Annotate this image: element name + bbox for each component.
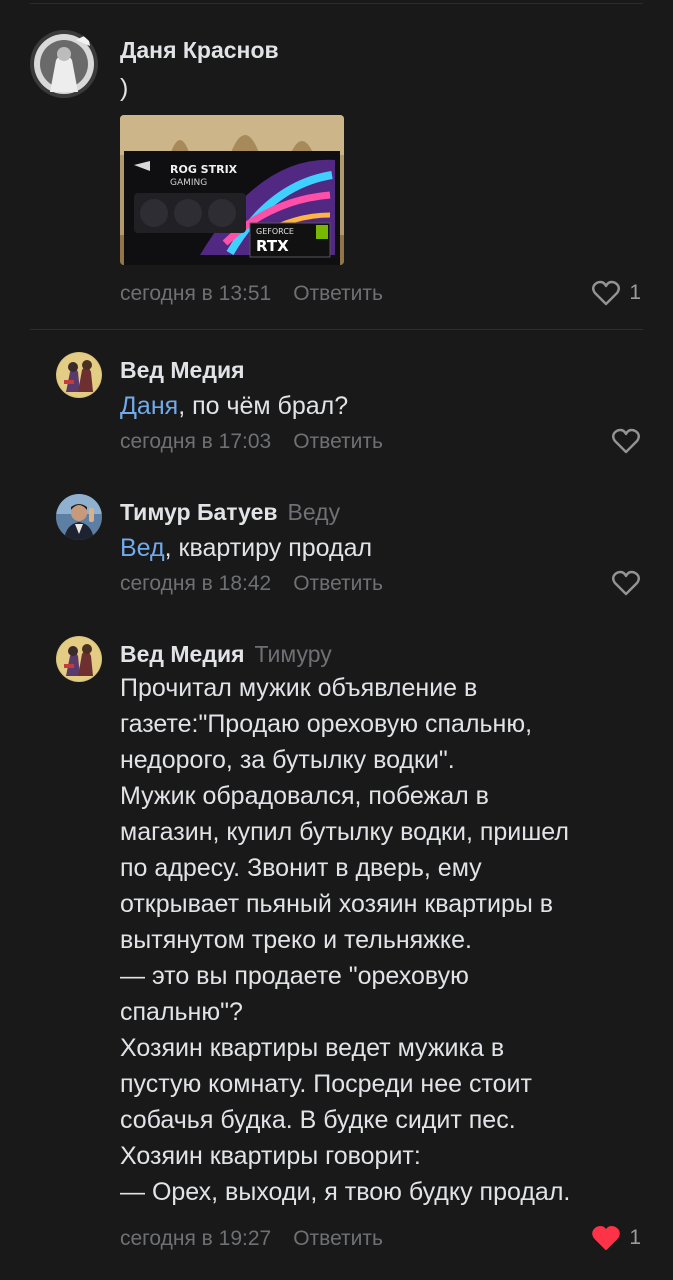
comment-line: недорого, за бутылку водки". [120,746,455,774]
mention-link[interactable]: Даня [120,392,178,420]
comment-author-line: Даня Краснов [120,36,279,64]
comment-text: Вед, квартиру продал [120,530,643,566]
comment-text: ) [120,70,643,106]
comment-author-line: Вед Медия Тимуру [120,640,332,668]
comment-body: , квартиру продал [164,534,373,562]
comments-screen: Даня Краснов ) ROG STRIX GAMING GEFORCE … [0,0,673,1280]
heart-filled-icon [592,1226,621,1250]
heart-outline-icon [612,570,640,596]
reply-to-label[interactable]: Веду [288,499,341,525]
reply-button[interactable]: Ответить [293,572,383,595]
mention-link[interactable]: Вед [120,534,165,562]
comment-author-line: Тимур Батуев Веду [120,498,340,526]
comment-body: , по чём брал? [178,392,349,420]
like-button[interactable]: 1 [591,1223,641,1253]
comment-author[interactable]: Вед Медия [120,357,245,383]
reply-button[interactable]: Ответить [293,282,383,305]
comment-line: Хозяин квартиры говорит: [120,1142,421,1170]
reply-button[interactable]: Ответить [293,430,383,453]
avatar[interactable] [30,30,98,98]
comment-line: Мужик обрадовался, побежал в [120,782,489,810]
comment-line: по адресу. Звонит в дверь, ему [120,854,482,882]
photo-geforce-text: GEFORCE [256,227,294,236]
comment-time[interactable]: сегодня в 18:42 [120,572,271,595]
comment-line: — Орех, выходи, я твою будку продал. [120,1178,571,1206]
photo-rtx-text: RTX [256,237,289,255]
comment-line: вытянутом треко и тельняжке. [120,926,472,954]
avatar[interactable] [56,636,102,682]
comment-item: Тимур Батуев Веду Вед, квартиру продал се… [0,482,673,602]
thread-divider [30,329,643,330]
comment-line: спальню"? [120,998,243,1026]
reply-to-label[interactable]: Тимуру [255,641,332,667]
comment-meta: сегодня в 13:51 Ответить [120,281,383,307]
comment-body: ) [120,74,129,102]
photo-sub-text: GAMING [170,178,207,188]
comment-meta: сегодня в 19:27 Ответить [120,1226,383,1252]
heart-outline-icon [612,428,640,454]
comment-item: Даня Краснов ) ROG STRIX GAMING GEFORCE … [0,0,673,320]
comment-line: Прочитал мужик объявление в [120,674,478,702]
comment-photo[interactable]: ROG STRIX GAMING GEFORCE RTX [120,115,344,265]
photo-brand-text: ROG STRIX [170,163,238,176]
heart-outline-icon [592,280,621,306]
like-button[interactable]: 1 [591,278,641,308]
comment-time[interactable]: сегодня в 19:27 [120,1227,271,1250]
like-count: 1 [629,1226,641,1249]
comment-line: магазин, купил бутылку водки, пришел [120,818,569,846]
avatar[interactable] [56,494,102,540]
comment-line: собачья будка. В будке сидит пес. [120,1106,516,1134]
like-button[interactable] [611,568,641,598]
comment-author[interactable]: Тимур Батуев [120,499,278,525]
comment-line: — это вы продаете "ореховую [120,962,469,990]
comment-author[interactable]: Вед Медия [120,641,245,667]
comment-meta: сегодня в 18:42 Ответить [120,571,383,597]
comment-meta: сегодня в 17:03 Ответить [120,429,383,455]
like-button[interactable] [611,426,641,456]
comment-author-line: Вед Медия [120,356,245,384]
reply-button[interactable]: Ответить [293,1227,383,1250]
comment-line: газете:"Продаю ореховую спальню, [120,710,533,738]
comment-text: Даня, по чём брал? [120,388,643,424]
comment-item: Вед Медия Тимуру Прочитал мужик объявлени… [0,624,673,1274]
like-count: 1 [629,281,641,304]
comment-time[interactable]: сегодня в 13:51 [120,282,271,305]
comment-author[interactable]: Даня Краснов [120,37,279,63]
avatar[interactable] [56,352,102,398]
comment-line: Хозяин квартиры ведет мужика в [120,1034,505,1062]
comment-item: Вед Медия Даня, по чём брал? сегодня в 1… [0,340,673,460]
comment-line: открывает пьяный хозяин квартиры в [120,890,554,918]
comment-text: Прочитал мужик объявление в газете:"Прод… [120,670,643,1210]
comment-line: пустую комнату. Посреди нее стоит [120,1070,532,1098]
comment-time[interactable]: сегодня в 17:03 [120,430,271,453]
